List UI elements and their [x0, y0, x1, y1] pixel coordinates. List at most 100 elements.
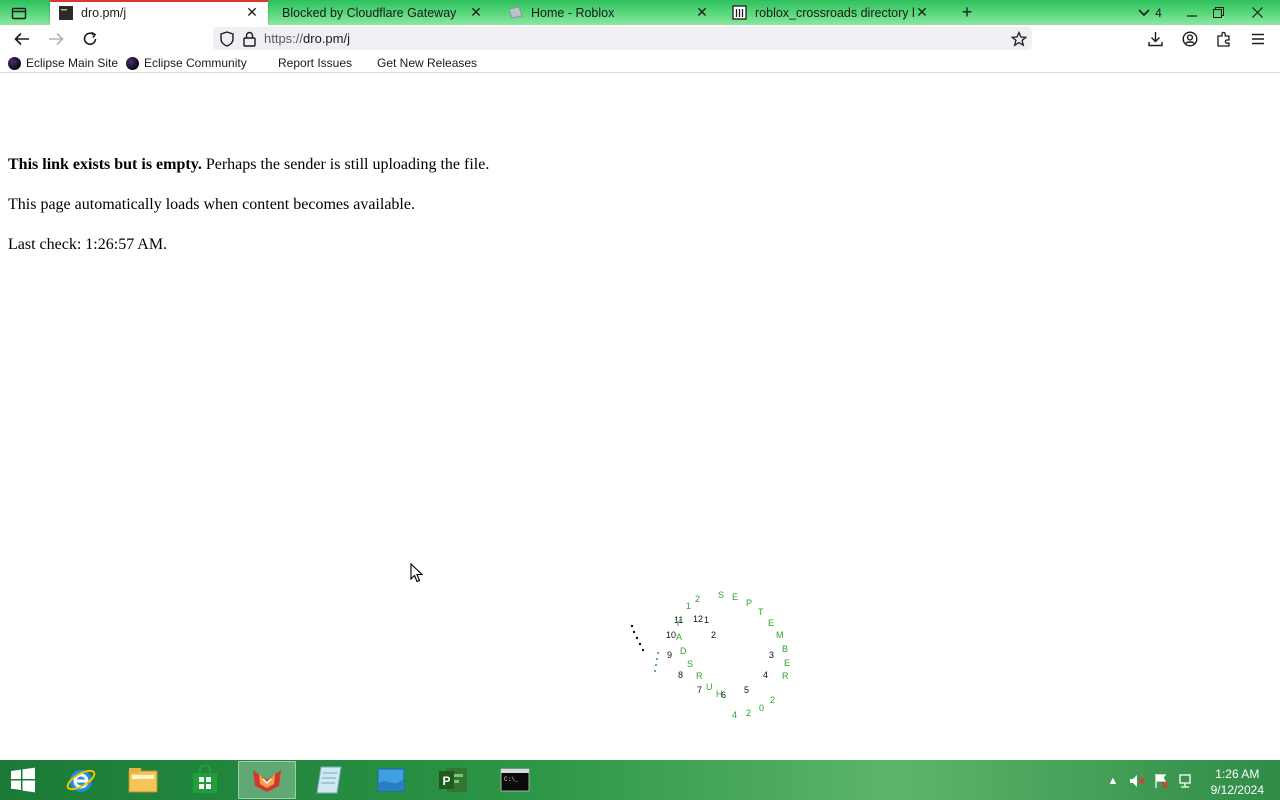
close-window-button[interactable]: [1234, 2, 1280, 23]
tab-title: Blocked by Cloudflare Gateway: [282, 5, 457, 20]
flag-alert-icon: [1155, 774, 1169, 789]
date-letter: E: [768, 618, 775, 628]
tab-close-icon[interactable]: ✕: [244, 4, 260, 21]
taskbar-internet-explorer[interactable]: [52, 761, 110, 799]
downloads-button[interactable]: [1144, 28, 1166, 50]
date-letter: 2: [695, 594, 701, 604]
notepad-icon: [316, 766, 342, 794]
taskbar-store[interactable]: [176, 761, 234, 799]
date-letter: 1: [686, 601, 692, 611]
date-letter: E: [732, 592, 739, 602]
date-letter: S: [687, 659, 694, 669]
show-hidden-icons-button[interactable]: ▲: [1104, 772, 1122, 790]
clock-number: 3: [769, 650, 775, 660]
taskbar-time: 1:26 AM: [1215, 767, 1260, 781]
clock-number: 1: [704, 615, 710, 625]
bookmark-label: Get New Releases: [377, 56, 478, 70]
status-lead: This link exists but is empty.: [8, 156, 202, 173]
taskbar: P C:\_: [0, 760, 1280, 800]
tab-close-icon[interactable]: ✕: [914, 4, 930, 21]
svg-text:C:\_: C:\_: [504, 776, 519, 783]
restore-icon: [1212, 7, 1224, 18]
autoload-message: This page automatically loads when conte…: [8, 196, 415, 213]
tab-roblox[interactable]: Home - Roblox ✕: [500, 0, 718, 25]
account-button[interactable]: [1179, 28, 1201, 50]
taskbar-command-prompt[interactable]: C:\_: [486, 761, 544, 799]
taskbar-notepad[interactable]: [300, 761, 358, 799]
chevron-up-icon: ▲: [1107, 775, 1119, 787]
tracking-protection-button[interactable]: [216, 28, 238, 50]
eclipse-logo-icon: [126, 56, 139, 70]
clock-hand-trail-icon: [630, 624, 659, 672]
page-content: This link exists but is empty. Perhaps t…: [8, 155, 489, 275]
clock-number: 4: [763, 670, 769, 680]
start-button[interactable]: [0, 761, 46, 799]
action-center-button[interactable]: [1152, 772, 1170, 790]
puzzle-icon: [1217, 31, 1230, 47]
store-bag-icon: [193, 765, 217, 793]
taskbar-network-app[interactable]: [362, 761, 420, 799]
clock-number: 2: [711, 630, 717, 640]
tab-close-icon[interactable]: ✕: [468, 4, 484, 21]
network-window-icon: [377, 768, 405, 792]
tab-title: Home - Roblox: [531, 5, 615, 20]
tab-cloudflare[interactable]: Blocked by Cloudflare Gateway ✕: [274, 0, 492, 25]
volume-muted-button[interactable]: [1128, 772, 1146, 790]
url-text[interactable]: https://dro.pm/j: [264, 31, 350, 46]
bookmark-eclipse-community[interactable]: Eclipse Community: [126, 55, 247, 71]
bookmark-label: Eclipse Community: [144, 56, 247, 70]
tab-title: dro.pm/j: [81, 5, 127, 20]
network-icon: [1179, 774, 1191, 788]
list-all-tabs-button[interactable]: 4: [1134, 2, 1166, 23]
bookmark-eclipse-main-site[interactable]: Eclipse Main Site: [8, 55, 118, 71]
extensions-button[interactable]: [1213, 28, 1235, 50]
clock-number: 8: [678, 670, 684, 680]
taskbar-project[interactable]: P: [424, 761, 482, 799]
eclipse-logo-icon: [8, 56, 21, 70]
reload-button[interactable]: [79, 28, 101, 50]
date-letter: U: [706, 682, 713, 692]
date-letter: D: [680, 646, 687, 656]
tab-close-icon[interactable]: ✕: [694, 4, 710, 21]
internet-explorer-icon: [66, 769, 96, 792]
download-icon: [1147, 32, 1163, 47]
arrow-left-icon: [14, 32, 29, 46]
app-menu-button[interactable]: [1247, 28, 1269, 50]
arrow-right-icon: [49, 32, 64, 46]
folder-list-icon: [11, 7, 27, 19]
svg-text:P: P: [443, 774, 451, 788]
close-icon: [1251, 7, 1263, 18]
bookmarks-toolbar: Eclipse Main Site Eclipse Community Repo…: [0, 52, 1280, 73]
mouse-cursor-icon: [410, 563, 424, 583]
network-status-button[interactable]: [1176, 772, 1194, 790]
star-icon: [1011, 31, 1027, 47]
tab-dro-pm[interactable]: dro.pm/j ✕: [50, 0, 268, 25]
tab-directory[interactable]: roblox_crossroads directory listi ✕: [724, 0, 942, 25]
bookmark-report-issues[interactable]: Report Issues: [278, 55, 352, 71]
bookmark-page-button[interactable]: [1008, 28, 1030, 50]
last-check-text: Last check: 1:26:57 AM.: [8, 236, 168, 253]
new-tab-button[interactable]: +: [956, 2, 978, 23]
date-letter: R: [696, 671, 703, 681]
back-button[interactable]: [11, 28, 33, 50]
forward-button[interactable]: [45, 28, 67, 50]
taskbar-clock[interactable]: 1:26 AM 9/12/2024: [1211, 766, 1264, 798]
date-letter: B: [782, 644, 789, 654]
restore-button[interactable]: [1202, 2, 1234, 23]
taskbar-file-explorer[interactable]: [114, 761, 172, 799]
bookmark-get-new-releases[interactable]: Get New Releases: [377, 55, 477, 71]
tab-strip: dro.pm/j ✕ Blocked by Cloudflare Gateway…: [0, 0, 1280, 25]
shield-icon: [220, 31, 234, 47]
archive-favicon-icon: [732, 5, 747, 20]
date-letter: 2: [770, 695, 776, 705]
date-letter: A: [676, 632, 683, 642]
chevron-down-icon: [1138, 8, 1150, 16]
tab-overview-button[interactable]: [6, 2, 32, 23]
taskbar-browser[interactable]: [238, 761, 296, 799]
date-letter: Y: [675, 618, 682, 628]
url-host: dro.pm/j: [303, 31, 350, 46]
bookmark-label: Report Issues: [278, 56, 353, 70]
site-info-button[interactable]: [238, 28, 260, 50]
windows-logo-icon: [11, 767, 35, 793]
browser-fox-icon: [253, 770, 281, 792]
